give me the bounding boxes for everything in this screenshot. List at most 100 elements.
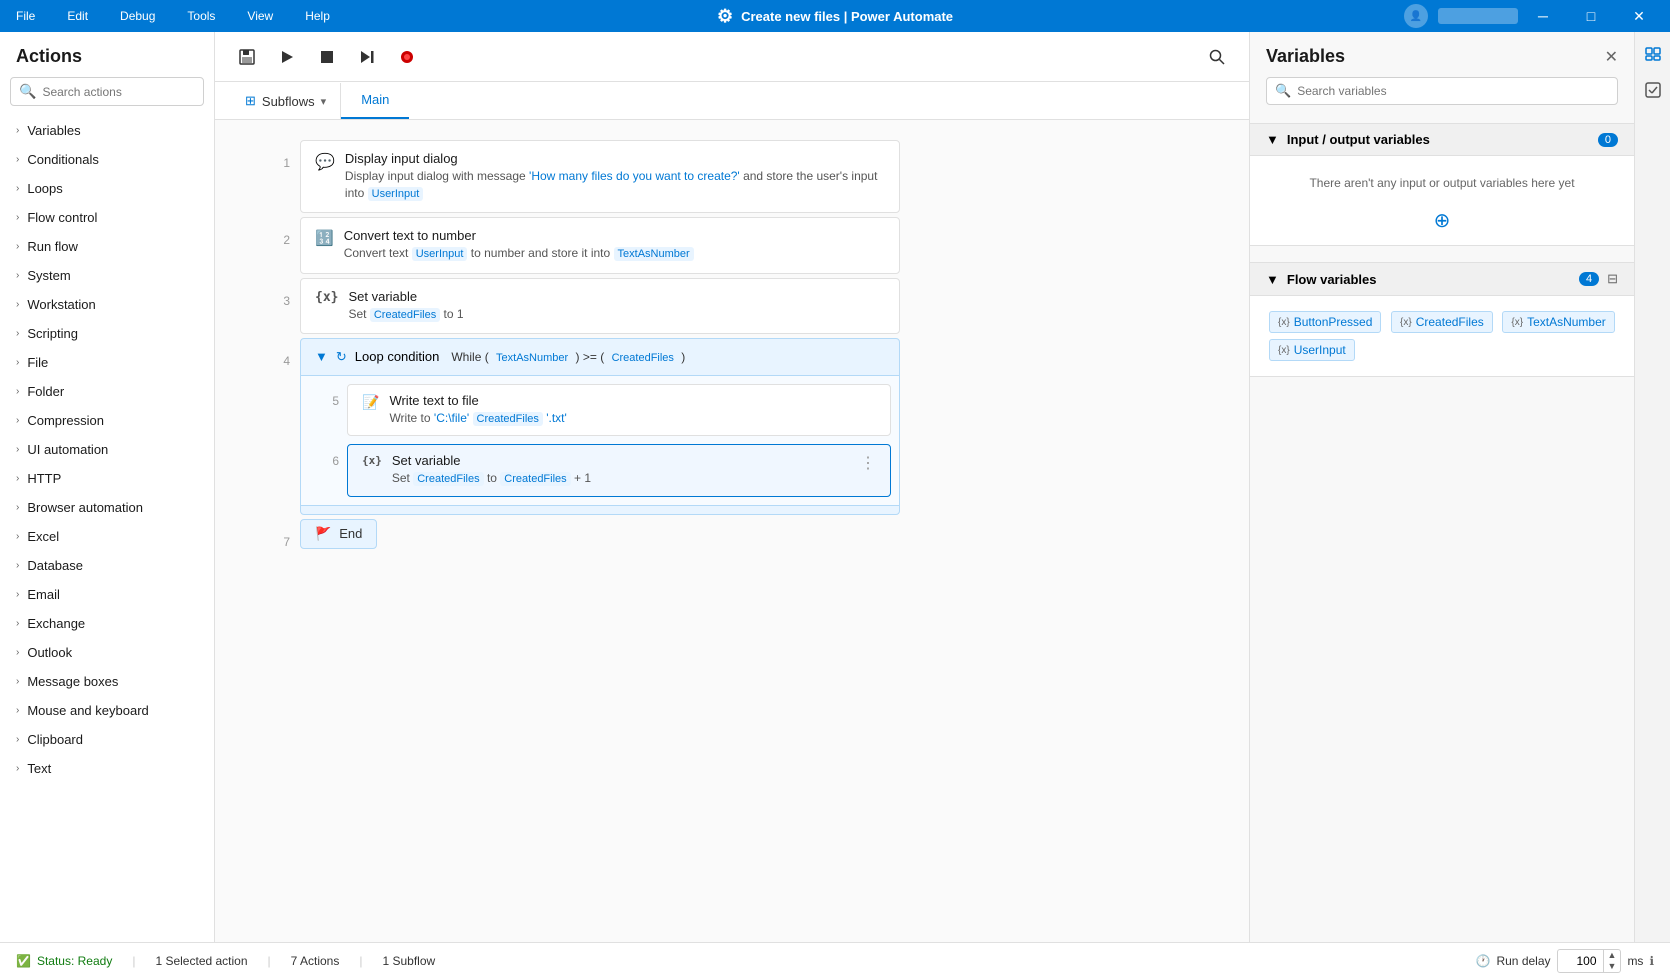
step-number-7: 7 bbox=[255, 519, 290, 549]
search-variables-input[interactable] bbox=[1297, 84, 1609, 98]
flow-step-3: 3 {x} Set variable Set CreatedFiles to bbox=[255, 278, 1209, 334]
loop-var1[interactable]: TextAsNumber bbox=[492, 351, 572, 365]
canvas-search-button[interactable] bbox=[1201, 41, 1233, 73]
stop-button[interactable] bbox=[311, 41, 343, 73]
step-2-var1[interactable]: UserInput bbox=[412, 247, 468, 261]
variables-close-button[interactable]: ✕ bbox=[1605, 47, 1618, 67]
step-card-2[interactable]: 🔢 Convert text to number Convert text Us… bbox=[300, 217, 900, 273]
sidebar-item-http[interactable]: › HTTP bbox=[0, 464, 214, 493]
sidebar-item-message-boxes[interactable]: › Message boxes bbox=[0, 667, 214, 696]
end-card[interactable]: 🚩 End bbox=[300, 519, 377, 549]
sidebar-item-exchange[interactable]: › Exchange bbox=[0, 609, 214, 638]
collapse-loop-icon[interactable]: ▼ bbox=[315, 349, 328, 364]
menu-debug[interactable]: Debug bbox=[112, 5, 163, 27]
search-actions-input[interactable] bbox=[42, 85, 197, 99]
step-desc-1: Display input dialog with message 'How m… bbox=[345, 168, 885, 202]
var-chip-buttonpressed[interactable]: {x} ButtonPressed bbox=[1269, 311, 1381, 333]
run-delay-area: 🕐 Run delay ▲ ▼ ms ℹ bbox=[1476, 949, 1654, 973]
step-2-var2[interactable]: TextAsNumber bbox=[614, 247, 694, 261]
step-1-var-userinput[interactable]: UserInput bbox=[368, 187, 424, 201]
run-delay-input[interactable] bbox=[1558, 952, 1603, 970]
step-card-6[interactable]: {x} Set variable Set CreatedFiles bbox=[347, 444, 891, 496]
minimize-button[interactable]: ─ bbox=[1520, 0, 1566, 32]
flow-variables-title: Flow variables bbox=[1287, 272, 1571, 287]
tab-main[interactable]: Main bbox=[341, 82, 409, 119]
sidebar-item-email[interactable]: › Email bbox=[0, 580, 214, 609]
step-5-var1[interactable]: CreatedFiles bbox=[473, 412, 543, 426]
search-icon: 🔍 bbox=[19, 83, 36, 100]
sidebar-item-run-flow[interactable]: › Run flow bbox=[0, 232, 214, 261]
status-checkmark-icon: ✅ bbox=[16, 954, 31, 968]
save-button[interactable] bbox=[231, 41, 263, 73]
close-button[interactable]: ✕ bbox=[1616, 0, 1662, 32]
sidebar-item-variables[interactable]: › Variables bbox=[0, 116, 214, 145]
sidebar-item-database[interactable]: › Database bbox=[0, 551, 214, 580]
menu-edit[interactable]: Edit bbox=[59, 5, 96, 27]
sidebar-item-scripting[interactable]: › Scripting bbox=[0, 319, 214, 348]
sidebar-item-conditionals[interactable]: › Conditionals bbox=[0, 145, 214, 174]
step-5-str-end: '.txt' bbox=[546, 411, 567, 425]
record-button[interactable] bbox=[391, 41, 423, 73]
sidebar-item-file[interactable]: › File bbox=[0, 348, 214, 377]
step-more-menu[interactable]: ⋮ bbox=[860, 453, 876, 473]
flow-step-1: 1 💬 Display input dialog Display input d… bbox=[255, 140, 1209, 213]
variables-search-box[interactable]: 🔍 bbox=[1266, 77, 1618, 105]
sidebar-item-clipboard[interactable]: › Clipboard bbox=[0, 725, 214, 754]
flow-variables-section-header[interactable]: ▼ Flow variables 4 ⊟ bbox=[1250, 262, 1634, 296]
sidebar-item-mouse-keyboard[interactable]: › Mouse and keyboard bbox=[0, 696, 214, 725]
menu-help[interactable]: Help bbox=[297, 5, 338, 27]
input-output-title: Input / output variables bbox=[1287, 132, 1590, 147]
actions-search-box[interactable]: 🔍 bbox=[10, 77, 204, 106]
flow-checker-icon[interactable] bbox=[1639, 76, 1667, 104]
run-delay-info-icon[interactable]: ℹ bbox=[1649, 954, 1654, 968]
step-button[interactable] bbox=[351, 41, 383, 73]
sidebar-item-browser-automation[interactable]: › Browser automation bbox=[0, 493, 214, 522]
maximize-button[interactable]: □ bbox=[1568, 0, 1614, 32]
var-chip-userinput[interactable]: {x} UserInput bbox=[1269, 339, 1355, 361]
step-title-1: Display input dialog bbox=[345, 151, 885, 166]
run-button[interactable] bbox=[271, 41, 303, 73]
sidebar-item-flow-control[interactable]: › Flow control bbox=[0, 203, 214, 232]
step-6-var2[interactable]: CreatedFiles bbox=[500, 472, 570, 486]
run-delay-unit: ms bbox=[1627, 954, 1643, 968]
var-icon: {x} bbox=[1400, 317, 1412, 328]
run-delay-down-button[interactable]: ▼ bbox=[1604, 961, 1621, 972]
filter-icon[interactable]: ⊟ bbox=[1607, 271, 1618, 287]
var-icon: {x} bbox=[1511, 317, 1523, 328]
chevron-right-icon: › bbox=[16, 154, 19, 165]
var-chip-textasnumber[interactable]: {x} TextAsNumber bbox=[1502, 311, 1614, 333]
menu-view[interactable]: View bbox=[239, 5, 281, 27]
variables-panel-toggle[interactable] bbox=[1639, 40, 1667, 68]
subflows-icon: ⊞ bbox=[245, 93, 256, 109]
sidebar-item-compression[interactable]: › Compression bbox=[0, 406, 214, 435]
flow-variables-section: ▼ Flow variables 4 ⊟ {x} ButtonPressed {… bbox=[1250, 262, 1634, 377]
sidebar-item-text[interactable]: › Text bbox=[0, 754, 214, 783]
sidebar-item-system[interactable]: › System bbox=[0, 261, 214, 290]
sidebar-item-ui-automation[interactable]: › UI automation bbox=[0, 435, 214, 464]
loop-header[interactable]: ▼ ↻ Loop condition While ( TextAsNumber … bbox=[300, 338, 900, 376]
flow-step-4: 4 ▼ ↻ Loop condition While ( TextAsNumbe… bbox=[255, 338, 1209, 515]
var-chip-createdfiles[interactable]: {x} CreatedFiles bbox=[1391, 311, 1493, 333]
flow-step-7: 7 🚩 End bbox=[255, 519, 1209, 571]
sidebar-item-outlook[interactable]: › Outlook bbox=[0, 638, 214, 667]
sidebar-item-workstation[interactable]: › Workstation bbox=[0, 290, 214, 319]
subflows-count-text: 1 Subflow bbox=[382, 954, 435, 968]
step-card-5[interactable]: 📝 Write text to file Write to 'C:\file' bbox=[347, 384, 891, 436]
sidebar-item-folder[interactable]: › Folder bbox=[0, 377, 214, 406]
subflows-button[interactable]: ⊞ Subflows ▾ bbox=[231, 83, 341, 119]
sidebar-item-loops[interactable]: › Loops bbox=[0, 174, 214, 203]
menu-tools[interactable]: Tools bbox=[179, 5, 223, 27]
sidebar-item-excel[interactable]: › Excel bbox=[0, 522, 214, 551]
actions-list: › Variables › Conditionals › Loops › Flo… bbox=[0, 116, 214, 942]
step-3-var1[interactable]: CreatedFiles bbox=[370, 308, 440, 322]
input-output-section: ▼ Input / output variables 0 There aren'… bbox=[1250, 123, 1634, 246]
run-delay-up-button[interactable]: ▲ bbox=[1604, 950, 1621, 961]
step-card-1[interactable]: 💬 Display input dialog Display input dia… bbox=[300, 140, 900, 213]
loop-var2[interactable]: CreatedFiles bbox=[608, 351, 678, 365]
menu-file[interactable]: File bbox=[8, 5, 43, 27]
step-card-3[interactable]: {x} Set variable Set CreatedFiles to 1 bbox=[300, 278, 900, 334]
add-variable-button[interactable]: ⊕ bbox=[1266, 208, 1618, 233]
chevron-right-icon: › bbox=[16, 357, 19, 368]
input-output-section-header[interactable]: ▼ Input / output variables 0 bbox=[1250, 123, 1634, 156]
step-6-var1[interactable]: CreatedFiles bbox=[413, 472, 483, 486]
